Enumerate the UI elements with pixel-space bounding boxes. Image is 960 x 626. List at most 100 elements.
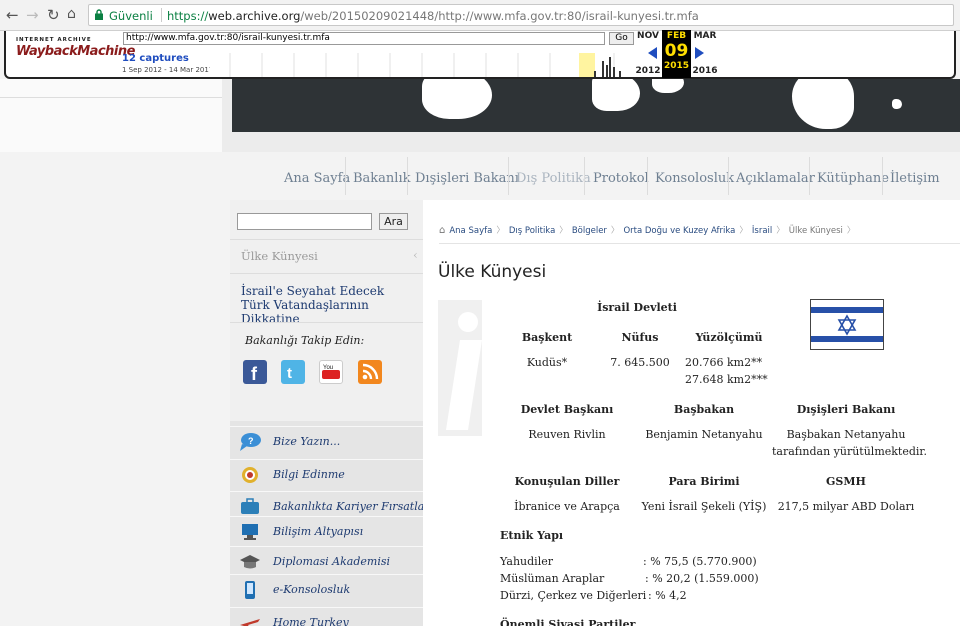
captures-range: 1 Sep 2012 - 14 Mar 2017 [122, 66, 214, 74]
mobile-phone-icon [245, 581, 255, 599]
wayback-url-input[interactable]: http://www.mfa.gov.tr:80/israil-kunyesi.… [123, 32, 605, 45]
nav-protokol[interactable]: Protokol [593, 171, 649, 186]
breadcrumb-item[interactable]: Orta Doğu ve Kuzey Afrika [623, 226, 735, 236]
url-host: web.archive.org [208, 9, 301, 23]
nav-separator [407, 157, 408, 195]
rss-icon[interactable] [358, 360, 382, 384]
url-path: /web/20150209021448/http://www.mfa.gov.t… [300, 9, 699, 23]
search-input[interactable] [237, 213, 372, 230]
search-button[interactable]: Ara [379, 213, 408, 230]
breadcrumb-separator-icon: 〉 [610, 226, 620, 236]
follow-label: Bakanlığı Takip Edin: [245, 334, 365, 347]
current-day: 09 [664, 41, 689, 61]
breadcrumb-item[interactable]: İsrail [752, 226, 772, 236]
nav-bakanlik[interactable]: Bakanlık [353, 171, 411, 186]
service-label: e-Konsolosluk [273, 583, 351, 596]
facebook-icon[interactable]: f [243, 360, 267, 384]
value-gsmh: 217,5 milyar ABD Doları [777, 500, 915, 513]
nav-iletisim[interactable]: İletişim [890, 171, 940, 186]
value-disisleri-bakani-2: tarafından yürütülmektedir. [772, 445, 927, 458]
sidebar-service-item[interactable]: Bilişim Altyapısı [230, 516, 423, 545]
sidebar-service-item[interactable]: Bilgi Edinme [230, 459, 423, 488]
svg-text:?: ? [248, 436, 254, 446]
value-baskent: Kudüs* [526, 356, 568, 369]
nav-separator [508, 157, 509, 195]
next-month: MAR [693, 31, 717, 41]
url-scheme: https:// [167, 9, 209, 23]
value-nufus: 7. 645.500 [610, 356, 670, 369]
service-label: Diplomasi Akademisi [273, 555, 390, 568]
header-yuzolcumu: Yüzölçümü [695, 331, 763, 344]
value-yuzolcumu-2: 27.648 km2*** [685, 373, 768, 386]
wayback-toolbar: INTERNET ARCHIVE WaybackMachine http://w… [4, 30, 956, 79]
sidebar-service-item[interactable]: Home Turkey [230, 607, 423, 626]
ethnic-title: Etnik Yapı [500, 529, 564, 542]
ethnic-name: Müslüman Araplar [500, 572, 605, 585]
wayback-logo-top: INTERNET ARCHIVE [16, 37, 92, 43]
back-arrow-icon[interactable]: ← [6, 6, 19, 24]
service-label: Bize Yazın... [273, 435, 341, 448]
header-baskent: Başkent [521, 331, 573, 344]
world-map-image [232, 79, 960, 132]
graduation-cap-icon [240, 555, 260, 569]
ethnic-name: Yahudiler [500, 555, 553, 568]
header-left-strip [0, 79, 222, 152]
breadcrumb-separator-icon: 〉 [739, 226, 748, 236]
svg-text:f: f [251, 364, 258, 384]
address-bar[interactable]: Güvenli https://web.archive.org/web/2015… [88, 4, 954, 26]
nav-disisleri-bakani[interactable]: Dışişleri Bakanı [415, 171, 519, 186]
home-icon[interactable]: ⌂ [67, 6, 76, 22]
next-year: 2016 [692, 66, 718, 76]
sidebar-service-item[interactable]: Diplomasi Akademisi [230, 546, 423, 575]
wayback-logo[interactable]: INTERNET ARCHIVE WaybackMachine [16, 37, 135, 59]
nav-aciklamalar[interactable]: Açıklamalar [736, 171, 815, 186]
svg-text:You: You [323, 365, 333, 371]
nav-dis-politika[interactable]: Dış Politika [516, 171, 591, 186]
current-capture-date: FEB 09 2015 [662, 30, 691, 78]
service-label: Bilişim Altyapısı [273, 525, 364, 538]
captures-sparkline[interactable] [210, 53, 636, 77]
country-name: İsrail Devleti [597, 301, 677, 314]
nav-separator [345, 157, 346, 195]
wayback-logo-main: WaybackMachine [16, 44, 135, 59]
breadcrumb-item[interactable]: Ana Sayfa [449, 226, 492, 236]
breadcrumb-home-icon[interactable]: ⌂ [439, 225, 445, 236]
header-devlet-baskani: Devlet Başkanı [520, 403, 614, 416]
youtube-icon[interactable]: You [319, 360, 343, 384]
url-text[interactable]: https://web.archive.org/web/201502090214… [167, 9, 699, 23]
parties-title: Önemli Siyasi Partiler [500, 618, 636, 626]
chevron-left-icon: ‹ [413, 248, 418, 262]
nav-separator [728, 157, 729, 195]
nav-ana-sayfa[interactable]: Ana Sayfa [284, 171, 350, 186]
speech-bubble-icon: ? [240, 433, 261, 451]
reload-icon[interactable]: ↻ [47, 6, 60, 24]
wayback-go-button[interactable]: Go [609, 32, 634, 45]
value-devlet-baskani: Reuven Rivlin [528, 428, 606, 441]
sidebar-travel-link[interactable]: İsrail'e Seyahat Edecek Türk Vatandaşlar… [241, 284, 411, 326]
nav-separator [882, 157, 883, 195]
svg-text:t: t [287, 365, 292, 382]
value-diller: İbranice ve Arapça [514, 500, 620, 513]
next-capture-arrow-icon[interactable] [695, 47, 704, 59]
breadcrumb-item[interactable]: Bölgeler [572, 226, 607, 236]
breadcrumb-divider [439, 243, 960, 244]
sidebar-service-item[interactable]: ? Bize Yazın... [230, 426, 423, 455]
nav-konsolosluk[interactable]: Konsolosluk [655, 171, 734, 186]
nav-separator [584, 157, 585, 195]
forward-arrow-icon[interactable]: → [26, 6, 39, 24]
ethnic-name: Dürzi, Çerkez ve Diğerleri [500, 589, 647, 602]
value-disisleri-bakani-1: Başbakan Netanyahu [786, 428, 906, 441]
israel-flag-icon [810, 299, 884, 350]
twitter-icon[interactable]: t [281, 360, 305, 384]
sidebar-service-item[interactable]: e-Konsolosluk [230, 574, 423, 603]
current-month: FEB [666, 31, 687, 41]
breadcrumb-separator-icon: 〉 [776, 226, 785, 236]
sidebar-divider [230, 239, 423, 240]
header-nufus: Nüfus [621, 331, 659, 344]
breadcrumb-item[interactable]: Dış Politika [509, 226, 555, 236]
prev-capture-arrow-icon[interactable] [648, 47, 657, 59]
sidebar-section-title[interactable]: Ülke Künyesi [241, 249, 318, 263]
lock-icon [95, 9, 103, 20]
nav-kutuphane[interactable]: Kütüphane [817, 171, 889, 186]
captures-link[interactable]: 12 captures [122, 53, 189, 64]
